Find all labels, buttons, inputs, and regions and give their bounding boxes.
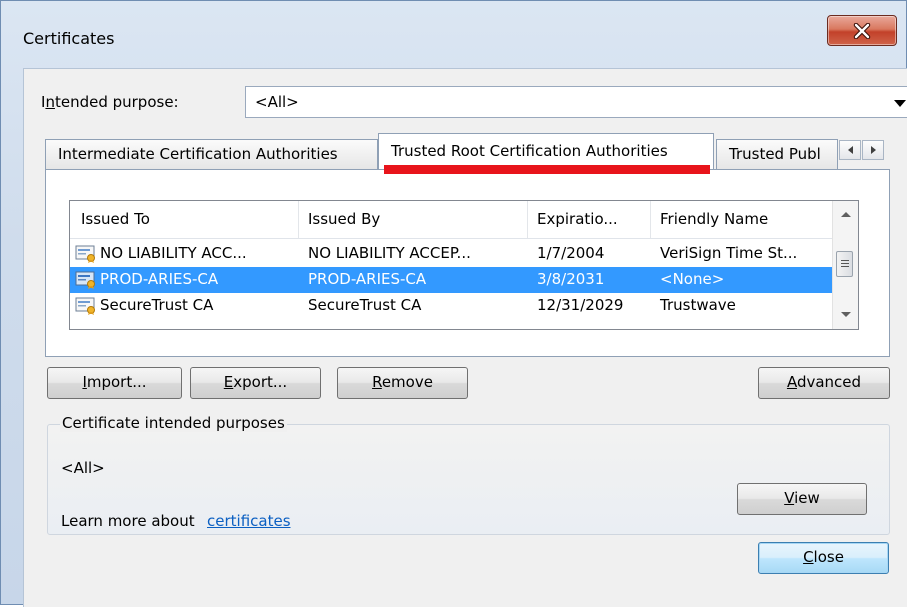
tab-label: Intermediate Certification Authorities bbox=[58, 145, 338, 163]
grip-line bbox=[841, 260, 849, 261]
arrow-right-icon bbox=[870, 146, 876, 154]
cell-issued-by: PROD-ARIES-CA bbox=[308, 270, 427, 288]
cell-expiration: 12/31/2029 bbox=[537, 296, 624, 314]
learn-more-text: Learn more about bbox=[61, 512, 195, 530]
list-header: Issued To Issued By Expiratio... Friendl… bbox=[70, 201, 833, 239]
certificates-dialog: Certificates Intended purpose: <All> Int… bbox=[0, 0, 907, 607]
list-scrollbar[interactable] bbox=[832, 201, 858, 329]
table-row[interactable]: SecureTrust CA SecureTrust CA 12/31/2029… bbox=[70, 293, 833, 319]
cell-issued-to: SecureTrust CA bbox=[100, 296, 214, 314]
tab-scroll-right-button[interactable] bbox=[862, 140, 884, 160]
cell-issued-by: NO LIABILITY ACCEP... bbox=[308, 244, 471, 262]
cell-friendly-name: VeriSign Time St... bbox=[660, 244, 798, 262]
certificate-icon bbox=[75, 297, 95, 315]
cell-issued-by: SecureTrust CA bbox=[308, 296, 422, 314]
intended-purposes-value: <All> bbox=[61, 459, 105, 477]
export-button[interactable]: Export... bbox=[190, 367, 321, 399]
table-row[interactable]: PROD-ARIES-CA PROD-ARIES-CA 3/8/2031 <No… bbox=[70, 267, 833, 293]
column-friendly-name[interactable]: Friendly Name bbox=[660, 210, 768, 228]
tab-trusted-publishers[interactable]: Trusted Publ bbox=[716, 139, 838, 169]
chevron-down-icon bbox=[894, 100, 906, 107]
import-button[interactable]: Import... bbox=[47, 367, 182, 399]
tab-intermediate-ca[interactable]: Intermediate Certification Authorities bbox=[45, 139, 378, 169]
advanced-button[interactable]: Advanced bbox=[758, 367, 890, 399]
close-window-button[interactable] bbox=[827, 15, 897, 46]
title-bar[interactable]: Certificates bbox=[1, 1, 906, 59]
tab-label: Trusted Root Certification Authorities bbox=[391, 142, 668, 160]
close-icon bbox=[853, 22, 871, 39]
intended-purposes-legend: Certificate intended purposes bbox=[60, 414, 287, 432]
scroll-up-icon[interactable] bbox=[841, 212, 851, 217]
cell-friendly-name: <None> bbox=[660, 270, 725, 288]
certificate-icon bbox=[75, 271, 95, 289]
highlight-underline bbox=[384, 165, 710, 174]
tab-scroll-left-button[interactable] bbox=[839, 140, 861, 160]
remove-button[interactable]: Remove bbox=[337, 367, 468, 399]
certificates-link[interactable]: certificates bbox=[207, 512, 291, 530]
cell-friendly-name: Trustwave bbox=[660, 296, 736, 314]
dialog-body: Intended purpose: <All> Intermediate Cer… bbox=[23, 68, 907, 607]
column-divider[interactable] bbox=[650, 201, 651, 238]
arrow-left-icon bbox=[847, 146, 853, 154]
intended-purpose-dropdown[interactable]: <All> bbox=[245, 86, 907, 118]
column-expiration[interactable]: Expiratio... bbox=[537, 210, 618, 228]
cell-issued-to: NO LIABILITY ACC... bbox=[100, 244, 247, 262]
grip-line bbox=[841, 266, 849, 267]
scroll-down-icon[interactable] bbox=[841, 312, 851, 317]
view-button[interactable]: View bbox=[737, 483, 867, 515]
cell-expiration: 1/7/2004 bbox=[537, 244, 605, 262]
column-issued-by[interactable]: Issued By bbox=[308, 210, 380, 228]
column-issued-to[interactable]: Issued To bbox=[81, 210, 150, 228]
certificate-icon bbox=[75, 245, 95, 263]
intended-purpose-value: <All> bbox=[255, 93, 299, 111]
tab-panel: Issued To Issued By Expiratio... Friendl… bbox=[45, 169, 890, 357]
grip-line bbox=[841, 263, 849, 264]
certificate-list[interactable]: Issued To Issued By Expiratio... Friendl… bbox=[69, 200, 859, 330]
scroll-thumb[interactable] bbox=[836, 251, 853, 277]
close-button[interactable]: Close bbox=[758, 542, 889, 574]
tab-trusted-root-ca[interactable]: Trusted Root Certification Authorities bbox=[378, 133, 714, 169]
column-divider[interactable] bbox=[298, 201, 299, 238]
cell-expiration: 3/8/2031 bbox=[537, 270, 605, 288]
window-title: Certificates bbox=[23, 29, 115, 48]
intended-purpose-label: Intended purpose: bbox=[41, 93, 179, 111]
column-divider[interactable] bbox=[527, 201, 528, 238]
cell-issued-to: PROD-ARIES-CA bbox=[100, 270, 219, 288]
table-row[interactable]: NO LIABILITY ACC... NO LIABILITY ACCEP..… bbox=[70, 241, 833, 267]
tab-label: Trusted Publ bbox=[729, 145, 821, 163]
